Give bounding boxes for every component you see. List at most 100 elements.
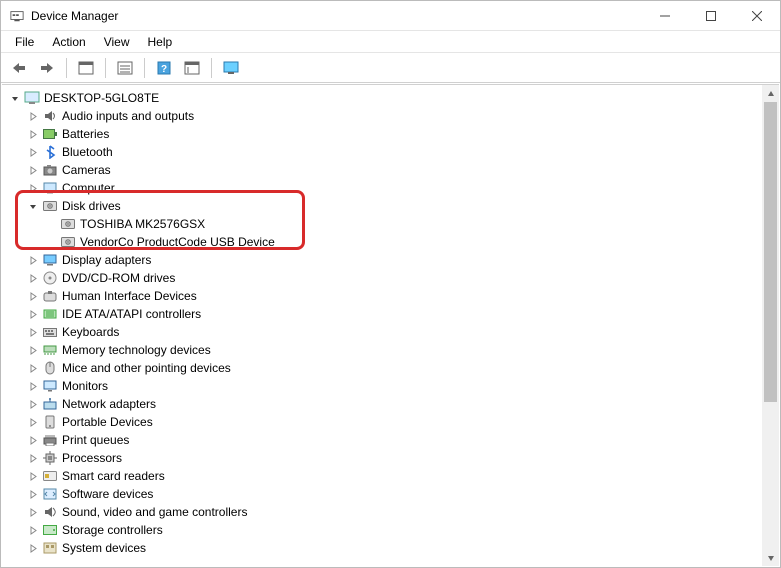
tree-category[interactable]: System devices	[8, 539, 762, 557]
tree-category[interactable]: Print queues	[8, 431, 762, 449]
toolbar-back-button[interactable]	[7, 56, 31, 80]
tree-category[interactable]: Cameras	[8, 161, 762, 179]
tree-device[interactable]: VendorCo ProductCode USB Device	[8, 233, 762, 251]
expander-icon[interactable]	[26, 341, 40, 359]
expander-icon[interactable]	[26, 179, 40, 197]
toolbar-scan-button[interactable]	[180, 56, 204, 80]
expander-icon[interactable]	[26, 485, 40, 503]
tree-category[interactable]: Audio inputs and outputs	[8, 107, 762, 125]
tree-category[interactable]: IDE ATA/ATAPI controllers	[8, 305, 762, 323]
expander-icon[interactable]	[26, 431, 40, 449]
expander-icon[interactable]	[26, 305, 40, 323]
tree-category[interactable]: Smart card readers	[8, 467, 762, 485]
expander-icon[interactable]	[26, 539, 40, 557]
expander-icon[interactable]	[26, 467, 40, 485]
toolbar: ?	[1, 53, 780, 83]
menu-action[interactable]: Action	[44, 33, 93, 51]
root-label: DESKTOP-5GLO8TE	[44, 89, 159, 107]
menu-file[interactable]: File	[7, 33, 42, 51]
tree-device[interactable]: TOSHIBA MK2576GSX	[8, 215, 762, 233]
tree-category[interactable]: Portable Devices	[8, 413, 762, 431]
tree-category[interactable]: Bluetooth	[8, 143, 762, 161]
tree-category[interactable]: Disk drives	[8, 197, 762, 215]
toolbar-separator	[105, 58, 106, 78]
tree-category[interactable]: Memory technology devices	[8, 341, 762, 359]
scroll-track[interactable]	[762, 102, 779, 549]
expander-icon[interactable]	[26, 395, 40, 413]
software-icon	[42, 486, 58, 502]
category-label: Batteries	[62, 125, 109, 143]
smartcard-icon	[42, 468, 58, 484]
sound-icon	[42, 504, 58, 520]
tree-category[interactable]: Monitors	[8, 377, 762, 395]
vertical-scrollbar[interactable]	[762, 85, 779, 566]
tree-category[interactable]: Software devices	[8, 485, 762, 503]
tree-category[interactable]: Network adapters	[8, 395, 762, 413]
expander-icon[interactable]	[26, 521, 40, 539]
display-icon	[42, 252, 58, 268]
toolbar-forward-button[interactable]	[35, 56, 59, 80]
toolbar-help-button[interactable]: ?	[152, 56, 176, 80]
category-label: Disk drives	[62, 197, 121, 215]
device-tree[interactable]: DESKTOP-5GLO8TEAudio inputs and outputsB…	[2, 85, 762, 566]
dvd-icon	[42, 270, 58, 286]
tree-category[interactable]: Sound, video and game controllers	[8, 503, 762, 521]
tree-category[interactable]: Batteries	[8, 125, 762, 143]
expander-icon[interactable]	[26, 107, 40, 125]
menu-view[interactable]: View	[96, 33, 138, 51]
expander-icon[interactable]	[26, 287, 40, 305]
maximize-button[interactable]	[688, 1, 734, 30]
toolbar-monitor-button[interactable]	[219, 56, 243, 80]
tree-category[interactable]: Keyboards	[8, 323, 762, 341]
bluetooth-icon	[42, 144, 58, 160]
scroll-up-arrow[interactable]	[762, 85, 779, 102]
tree-category[interactable]: Mice and other pointing devices	[8, 359, 762, 377]
scroll-thumb[interactable]	[764, 102, 777, 402]
tree-category[interactable]: Computer	[8, 179, 762, 197]
tree-category[interactable]: Human Interface Devices	[8, 287, 762, 305]
device-label: VendorCo ProductCode USB Device	[80, 233, 275, 251]
monitor-icon	[42, 378, 58, 394]
expander-icon[interactable]	[26, 377, 40, 395]
category-label: Mice and other pointing devices	[62, 359, 231, 377]
minimize-button[interactable]	[642, 1, 688, 30]
expander-icon[interactable]	[26, 251, 40, 269]
category-label: DVD/CD-ROM drives	[62, 269, 175, 287]
svg-text:?: ?	[161, 64, 167, 75]
expander-icon[interactable]	[26, 143, 40, 161]
device-label: TOSHIBA MK2576GSX	[80, 215, 205, 233]
computer-icon	[42, 180, 58, 196]
tree-category[interactable]: Storage controllers	[8, 521, 762, 539]
category-label: System devices	[62, 539, 146, 557]
titlebar: Device Manager	[1, 1, 780, 31]
toolbar-show-hide-button[interactable]	[74, 56, 98, 80]
expander-icon[interactable]	[26, 323, 40, 341]
menu-help[interactable]: Help	[140, 33, 181, 51]
scroll-down-arrow[interactable]	[762, 549, 779, 566]
category-label: Sound, video and game controllers	[62, 503, 247, 521]
tree-panel: DESKTOP-5GLO8TEAudio inputs and outputsB…	[2, 84, 779, 566]
tree-category[interactable]: Processors	[8, 449, 762, 467]
memory-icon	[42, 342, 58, 358]
category-label: Cameras	[62, 161, 111, 179]
disk-icon	[60, 216, 76, 232]
expander-icon[interactable]	[26, 359, 40, 377]
expander-icon[interactable]	[26, 197, 40, 215]
system-icon	[42, 540, 58, 556]
window-title: Device Manager	[31, 9, 642, 23]
portable-icon	[42, 414, 58, 430]
close-button[interactable]	[734, 1, 780, 30]
battery-icon	[42, 126, 58, 142]
expander-icon[interactable]	[26, 503, 40, 521]
tree-category[interactable]: DVD/CD-ROM drives	[8, 269, 762, 287]
tree-root[interactable]: DESKTOP-5GLO8TE	[8, 89, 762, 107]
expander-icon[interactable]	[26, 161, 40, 179]
expander-icon[interactable]	[8, 89, 22, 107]
toolbar-properties-button[interactable]	[113, 56, 137, 80]
expander-icon[interactable]	[26, 125, 40, 143]
expander-icon[interactable]	[26, 269, 40, 287]
expander-icon[interactable]	[26, 413, 40, 431]
tree-category[interactable]: Display adapters	[8, 251, 762, 269]
expander-icon[interactable]	[26, 449, 40, 467]
toolbar-separator	[211, 58, 212, 78]
